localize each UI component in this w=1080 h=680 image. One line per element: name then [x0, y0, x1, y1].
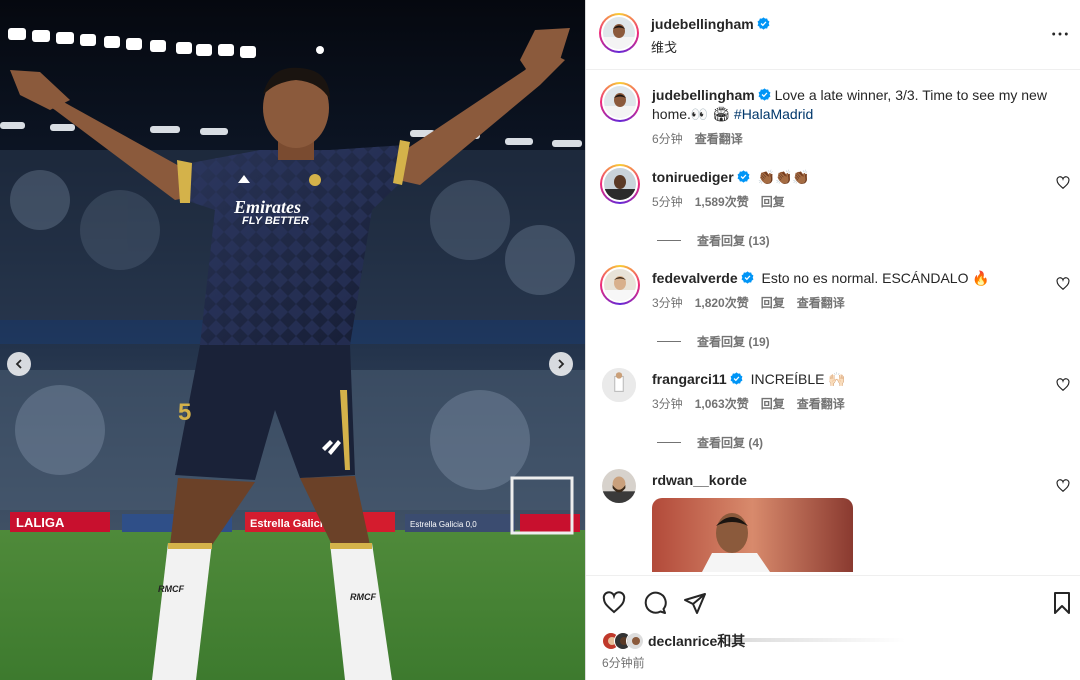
comment-translate-link[interactable]: 查看翻译: [797, 296, 845, 310]
comment-meta: 3分钟 1,820次赞 回复 查看翻译: [652, 294, 845, 311]
comment-avatar-image: [604, 168, 636, 200]
comment-meta: 3分钟 1,063次赞 回复 查看翻译: [652, 395, 845, 412]
comment-avatar-image: [602, 469, 636, 503]
caption-time: 6分钟: [652, 132, 683, 146]
post-header: judebellingham 维戈: [586, 0, 1080, 70]
chevron-left-icon: [15, 359, 22, 369]
comment-bubble-icon[interactable]: [643, 591, 667, 615]
comment-username[interactable]: rdwan__korde: [652, 472, 747, 488]
view-replies-label: 查看回复 (13): [697, 234, 770, 248]
sock-brand-left: RMCF: [158, 584, 184, 594]
view-replies-button[interactable]: 查看回复 (19): [657, 333, 770, 350]
verified-badge-icon: [758, 88, 771, 101]
chevron-right-icon: [558, 359, 565, 369]
shirt-sponsor-slogan: FLY BETTER: [242, 215, 309, 227]
view-replies-button[interactable]: 查看回复 (4): [657, 434, 763, 451]
comment-image-reply[interactable]: [652, 498, 853, 572]
comment-time: 5分钟: [652, 195, 683, 209]
comment-text-block: fedevalverde Esto no es normal. ESCÁNDAL…: [652, 269, 1032, 287]
comment-reply-photo: [652, 498, 853, 572]
more-dots-icon: [1052, 32, 1068, 36]
caption-meta: 6分钟 查看翻译: [652, 130, 743, 147]
comment-username[interactable]: fedevalverde: [652, 270, 738, 286]
caption-avatar[interactable]: [600, 82, 640, 122]
comment-reply-link[interactable]: 回复: [761, 397, 785, 411]
like-comment-heart-icon[interactable]: [1056, 176, 1070, 190]
comment-time: 3分钟: [652, 296, 683, 310]
caption-text-block: judebellingham Love a late winner, 3/3. …: [652, 86, 1062, 124]
board-laliga: LALIGA: [16, 515, 65, 530]
comment-reply-link[interactable]: 回复: [761, 195, 785, 209]
comment-text-block: frangarci11 INCREÍBLE 🙌🏻: [652, 370, 1032, 388]
bookmark-icon[interactable]: [1050, 591, 1074, 615]
view-replies-button[interactable]: 查看回复 (13): [657, 232, 770, 249]
shirt-sponsor: Emirates: [233, 197, 301, 217]
like-comment-heart-icon[interactable]: [1056, 277, 1070, 291]
sock-brand-right: RMCF: [350, 592, 376, 602]
replies-divider-line: [657, 240, 681, 241]
comment-username[interactable]: frangarci11: [652, 371, 727, 387]
comment-meta: 5分钟 1,589次赞 回复: [652, 193, 785, 210]
author-name-row: judebellingham: [651, 16, 770, 32]
caption-translate-link[interactable]: 查看翻译: [695, 132, 743, 146]
author-avatar[interactable]: [599, 13, 639, 53]
shorts-number: 5: [178, 399, 191, 426]
comment-text-block: toniruediger 👏🏾👏🏾👏🏾: [652, 168, 1032, 186]
next-photo-button[interactable]: [549, 352, 573, 376]
verified-badge-icon: [730, 372, 743, 385]
share-send-icon[interactable]: [683, 591, 707, 615]
comment-text: Esto no es normal. ESCÁNDALO 🔥: [761, 270, 990, 286]
replies-divider-line: [657, 442, 681, 443]
comment-likes[interactable]: 1,820次赞: [695, 296, 749, 310]
post-time-ago: 6分钟前: [602, 656, 645, 670]
board-estrella: Estrella Galicia: [250, 518, 330, 530]
verified-badge-icon: [741, 271, 754, 284]
comment-avatar[interactable]: [602, 469, 636, 503]
like-comment-heart-icon[interactable]: [1056, 378, 1070, 392]
likes-text-fade: [726, 638, 906, 642]
caption-username[interactable]: judebellingham: [652, 87, 755, 103]
comment-username[interactable]: toniruediger: [652, 169, 734, 185]
comment-avatar-image: [602, 368, 636, 402]
like-comment-heart-icon[interactable]: [1056, 479, 1070, 493]
post-detail-panel: judebellingham 维戈 judebellingham Love a …: [585, 0, 1080, 680]
comment-text-block: rdwan__korde: [652, 471, 1032, 489]
comment-avatar-image: [604, 269, 636, 301]
comment-likes[interactable]: 1,589次赞: [695, 195, 749, 209]
comment-avatar[interactable]: [602, 368, 636, 402]
view-replies-label: 查看回复 (19): [697, 335, 770, 349]
post-photo: LALIGA Estrella Galicia Estrella Galicia…: [0, 0, 585, 680]
view-replies-label: 查看回复 (4): [697, 436, 764, 450]
like-heart-icon[interactable]: [602, 591, 626, 615]
caption-hashtag[interactable]: #HalaMadrid: [734, 106, 813, 122]
author-avatar-image: [603, 17, 635, 49]
comment-reply-link[interactable]: 回复: [761, 296, 785, 310]
liked-by-row[interactable]: declanrice和其: [602, 631, 745, 651]
board-estrella-zero: Estrella Galicia 0,0: [410, 520, 477, 529]
comment-avatar[interactable]: [600, 265, 640, 305]
post-actions-bar: declanrice和其 6分钟前: [586, 575, 1080, 680]
comment-text: INCREÍBLE 🙌🏻: [750, 371, 846, 387]
comment-likes[interactable]: 1,063次赞: [695, 397, 749, 411]
more-options-button[interactable]: [1050, 24, 1070, 44]
comment-time: 3分钟: [652, 397, 683, 411]
author-username[interactable]: judebellingham: [651, 16, 754, 32]
caption-avatar-image: [604, 86, 636, 118]
replies-divider-line: [657, 341, 681, 342]
verified-badge-icon: [737, 170, 750, 183]
comment-translate-link[interactable]: 查看翻译: [797, 397, 845, 411]
comment-text: 👏🏾👏🏾👏🏾: [757, 169, 810, 185]
comment-avatar[interactable]: [600, 164, 640, 204]
post-location[interactable]: 维戈: [651, 37, 677, 56]
post-media[interactable]: LALIGA Estrella Galicia Estrella Galicia…: [0, 0, 585, 680]
liker-avatar: [626, 632, 644, 650]
previous-photo-button[interactable]: [7, 352, 31, 376]
verified-badge-icon: [757, 17, 770, 30]
